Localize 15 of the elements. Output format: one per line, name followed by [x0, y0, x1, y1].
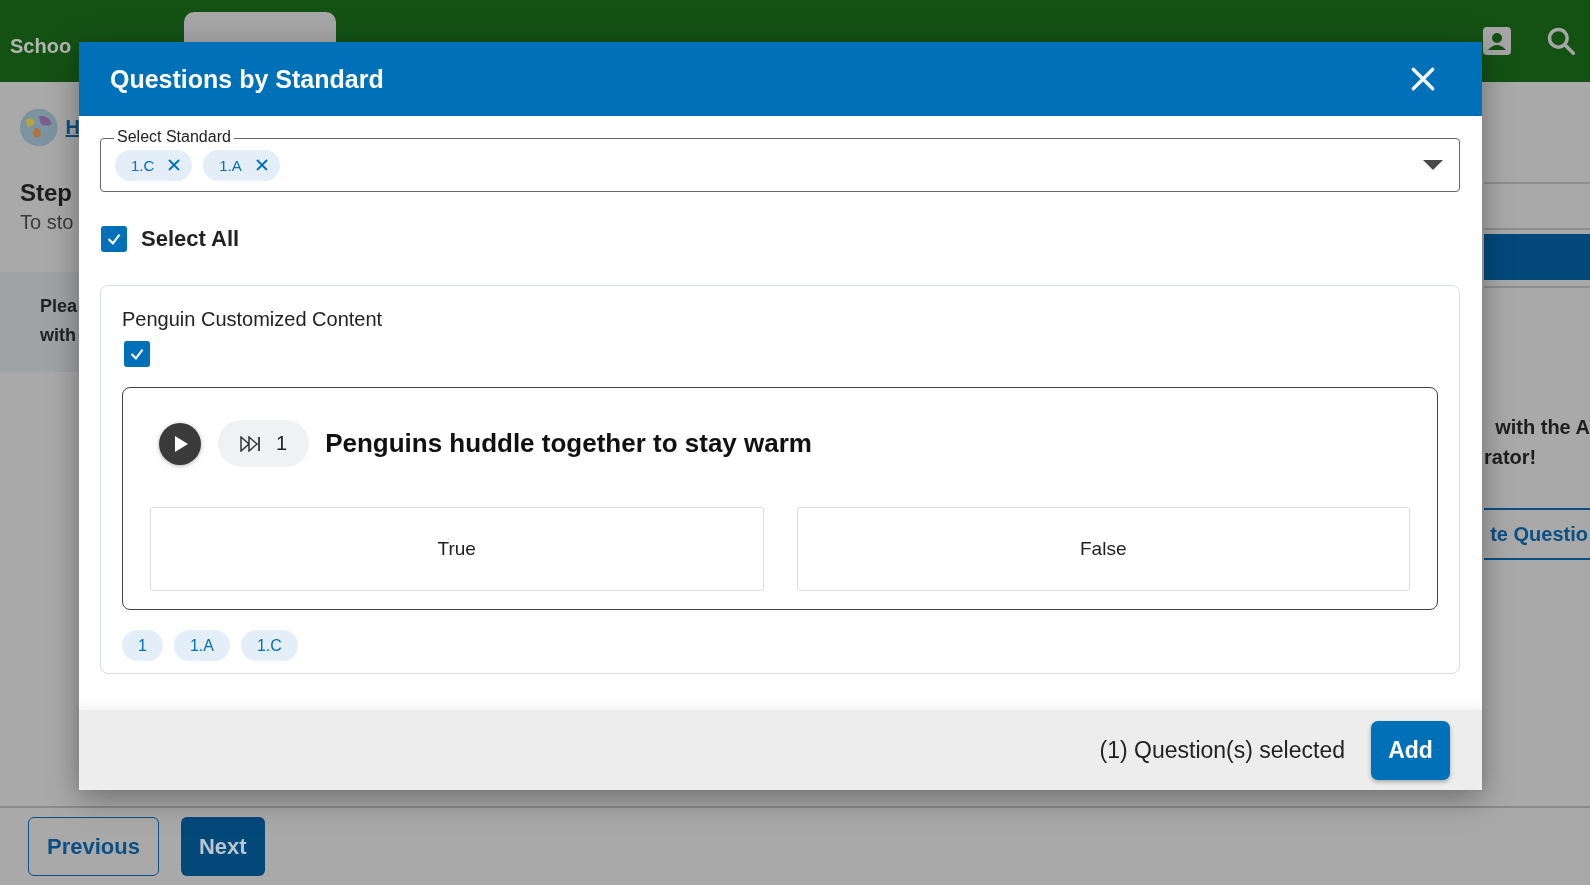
select-all-label: Select All	[141, 226, 240, 252]
modal-title: Questions by Standard	[110, 64, 385, 94]
standard-tag: 1.A	[173, 630, 230, 661]
panel-text: with the A	[1495, 415, 1590, 440]
step-heading: Step	[20, 179, 73, 207]
panel-text: rator!	[1484, 445, 1537, 470]
notice-text: Plea	[40, 296, 79, 317]
notice-text: with	[40, 325, 77, 346]
step-description: To sto	[20, 211, 75, 234]
question-text: Penguins huddle together to stay warm	[325, 428, 812, 459]
selection-status: (1) Question(s) selected	[1099, 736, 1345, 764]
standard-tag: 1.C	[240, 630, 298, 661]
standard-tag: 1	[122, 630, 163, 661]
group-title: Penguin Customized Content	[122, 308, 384, 331]
counter-number: 1	[276, 432, 288, 455]
